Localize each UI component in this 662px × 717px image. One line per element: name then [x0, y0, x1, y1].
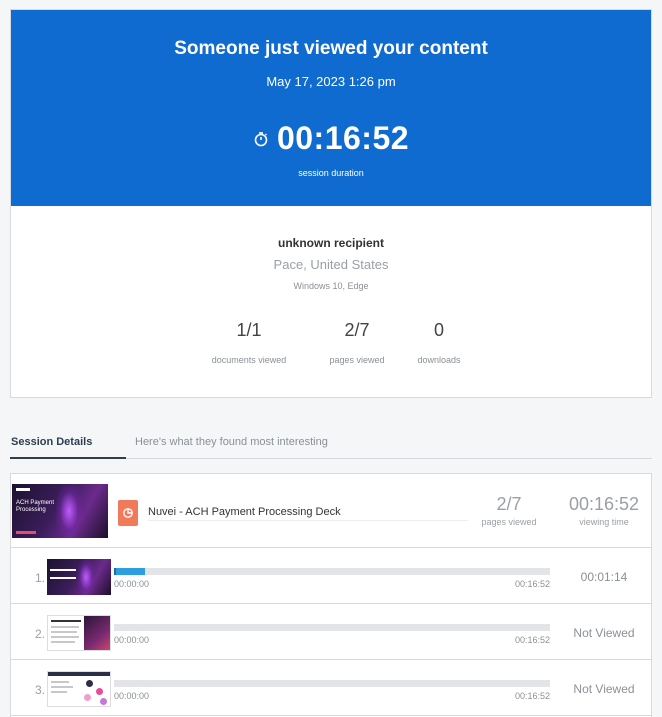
- progress-end-time: 00:16:52: [514, 691, 550, 701]
- document-time-value: 00:16:52: [568, 494, 640, 514]
- page-thumbnail[interactable]: [47, 671, 111, 707]
- stat-downloads-value: 0: [433, 320, 444, 340]
- tab-most-interesting[interactable]: Here's what they found most interesting: [135, 436, 328, 448]
- stat-downloads: 0 downloads: [389, 320, 489, 365]
- page-number: 3.: [34, 683, 45, 697]
- progress-end-time: 00:16:52: [514, 635, 550, 645]
- presentation-file-icon: [118, 500, 138, 526]
- hero-title: Someone just viewed your content: [174, 38, 488, 59]
- stat-documents-label: documents viewed: [211, 355, 287, 365]
- page-view-time: 00:01:14: [580, 570, 628, 584]
- recipient-section: unknown recipient Pace, United States Wi…: [11, 206, 651, 399]
- progress-start-time: 00:00:00: [114, 635, 150, 645]
- page-progress-fill: [114, 568, 145, 575]
- page-thumbnail[interactable]: [47, 559, 111, 595]
- active-tab-indicator: [10, 457, 126, 459]
- stat-documents: 1/1 documents viewed: [199, 320, 299, 365]
- progress-start-time: 00:00:00: [114, 691, 150, 701]
- page-view-time: Not Viewed: [573, 626, 635, 640]
- stat-downloads-label: downloads: [417, 355, 461, 365]
- session-date: May 17, 2023 1:26 pm: [266, 74, 396, 89]
- page-thumbnail[interactable]: [47, 615, 111, 651]
- document-name[interactable]: Nuvei - ACH Payment Processing Deck: [148, 506, 341, 518]
- page-progress-bar: [114, 624, 550, 631]
- page-row: 2. 00:00:00 00:16:52 Not Viewed: [11, 604, 651, 660]
- page-progress-bar: [114, 680, 550, 687]
- hero-banner: Someone just viewed your content May 17,…: [11, 10, 651, 206]
- session-tabs: Session Details Here's what they found m…: [10, 426, 652, 459]
- document-thumbnail-title: ACH Payment Processing: [16, 500, 55, 513]
- recipient-location: Pace, United States: [273, 257, 389, 272]
- session-summary-card: Someone just viewed your content May 17,…: [10, 9, 652, 398]
- document-time-label: viewing time: [579, 517, 629, 527]
- progress-start-time: 00:00:00: [114, 579, 150, 589]
- recipient-name: unknown recipient: [277, 236, 384, 250]
- stopwatch-icon: [253, 131, 269, 147]
- document-viewing-time: 00:16:52 viewing time: [559, 494, 649, 527]
- page-row: 3. 00:00:00 00:16:52 Not Viewed: [11, 660, 651, 716]
- page-progress-bar: [114, 568, 550, 575]
- progress-end-time: 00:16:52: [514, 579, 550, 589]
- page-number: 1.: [34, 571, 45, 585]
- page-view-time: Not Viewed: [573, 682, 635, 696]
- duration-value: 00:16:52: [276, 120, 410, 156]
- session-duration: 00:16:52: [11, 120, 651, 157]
- document-pages-viewed: 2/7 pages viewed: [469, 494, 549, 527]
- document-list: ACH Payment Processing Nuvei - ACH Payme…: [10, 473, 652, 717]
- tab-session-details[interactable]: Session Details: [11, 436, 92, 448]
- document-pages-value: 2/7: [496, 494, 522, 514]
- duration-label: session duration: [298, 168, 364, 178]
- stat-documents-value: 1/1: [236, 320, 262, 340]
- document-pages-label: pages viewed: [481, 517, 537, 527]
- document-thumbnail[interactable]: ACH Payment Processing: [12, 484, 108, 538]
- recipient-device: Windows 10, Edge: [293, 281, 369, 291]
- page-row: 1. 00:00:00 00:16:52 00:01:14: [11, 548, 651, 604]
- document-row[interactable]: ACH Payment Processing Nuvei - ACH Payme…: [11, 474, 651, 548]
- page-number: 2.: [34, 627, 45, 641]
